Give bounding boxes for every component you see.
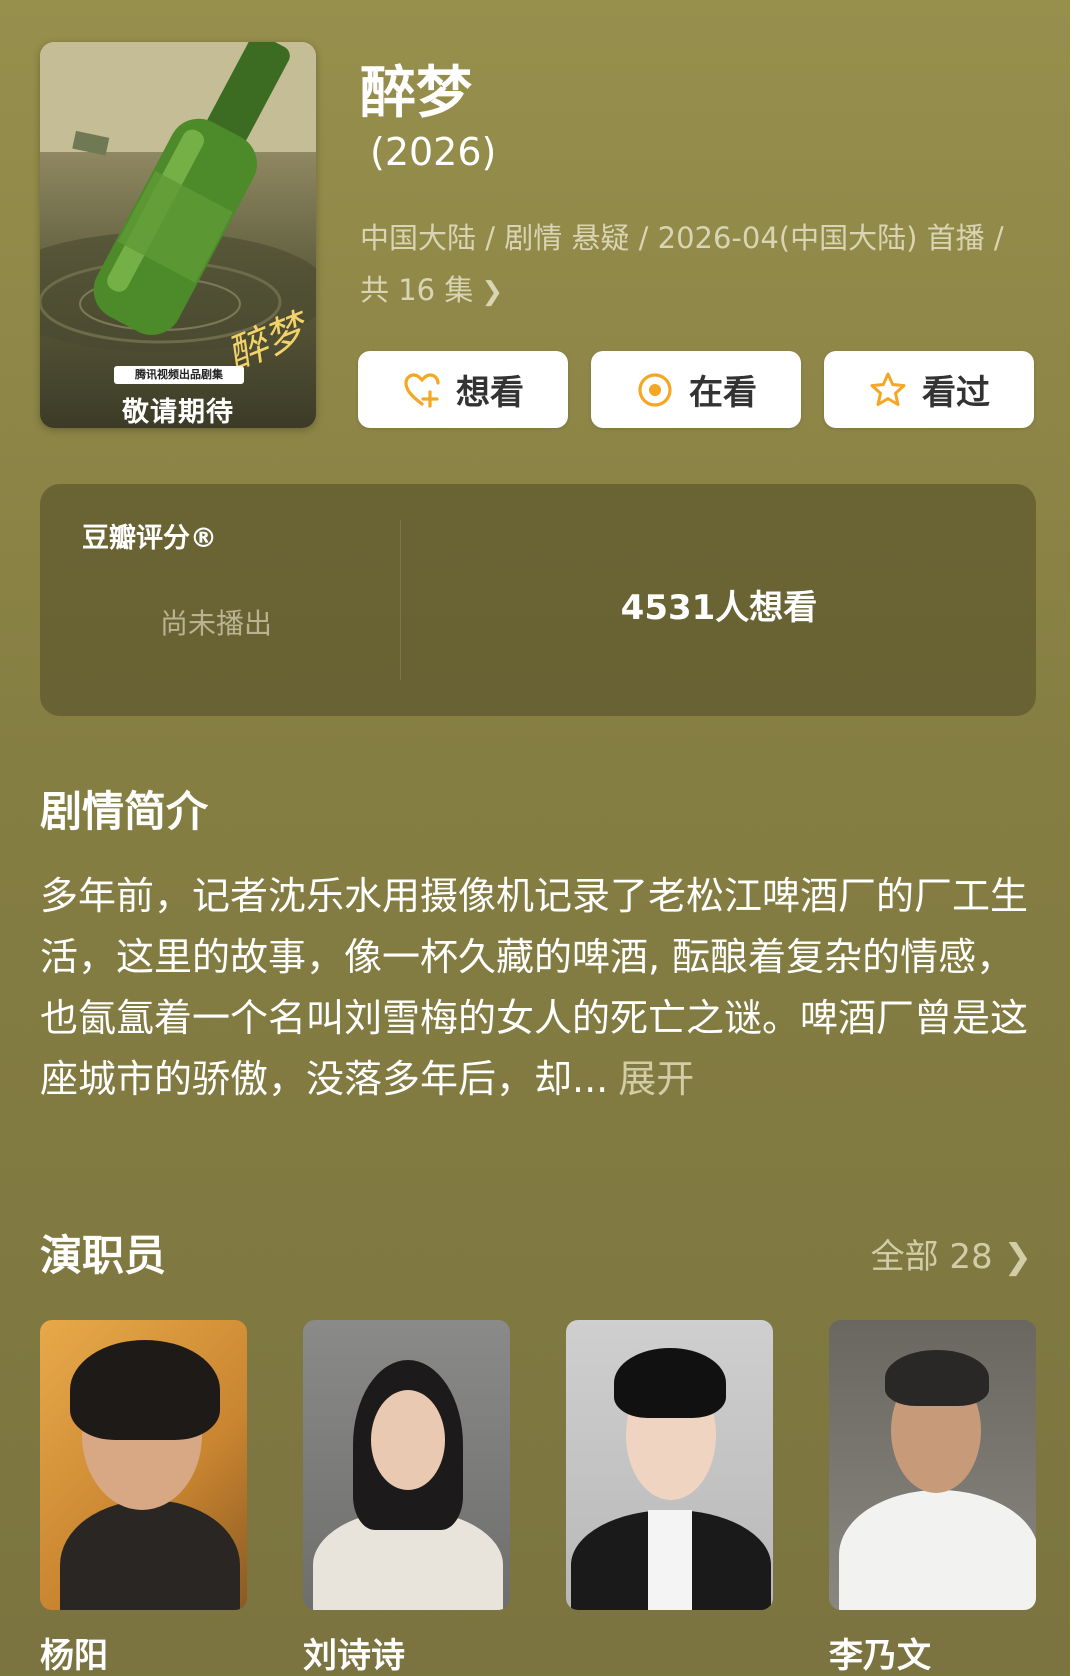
rating-divider: [400, 520, 401, 680]
right-edge-strip: [1070, 0, 1080, 1676]
chevron-right-icon: ❯: [1003, 1237, 1033, 1277]
synopsis-text[interactable]: 多年前，记者沈乐水用摄像机记录了老松江啤酒厂的厂工生活，这里的故事，像一杯久藏的…: [40, 866, 1040, 1110]
cast-count-label: 全部 28: [870, 1237, 993, 1277]
watching-button[interactable]: 在看: [591, 351, 801, 428]
cast-card[interactable]: [566, 1320, 773, 1628]
cast-name: 刘诗诗: [303, 1636, 405, 1676]
douban-rating-label: 豆瓣评分®: [82, 523, 217, 554]
cast-photo: [303, 1320, 510, 1610]
watched-button[interactable]: 看过: [824, 351, 1034, 428]
poster-tagline: 敬请期待: [122, 397, 234, 428]
cast-card[interactable]: 李乃文: [829, 1320, 1036, 1676]
rating-card: 豆瓣评分® 尚未播出 4531人想看: [40, 484, 1036, 716]
meta-line-1: 中国大陆 / 剧情 悬疑 / 2026-04(中国大陆) 首播 /: [360, 221, 1004, 255]
poster-badge: 腾讯视频出品剧集: [114, 366, 244, 384]
show-title: 醉梦: [360, 61, 472, 126]
watching-label: 在看: [689, 373, 757, 413]
want-to-watch-button[interactable]: 想看: [358, 351, 568, 428]
cast-photo: [566, 1320, 773, 1610]
cast-photo: [829, 1320, 1036, 1610]
cast-name: 李乃文: [829, 1636, 931, 1676]
want-to-watch-label: 想看: [456, 373, 524, 413]
heart-plus-icon: [404, 372, 440, 408]
synopsis-title: 剧情简介: [40, 787, 209, 836]
shirt: [648, 1510, 692, 1610]
meta-line-2: 共 16 集 ❯: [360, 264, 1040, 318]
cast-section-title: 演职员: [40, 1231, 167, 1280]
chevron-right-icon: ❯: [481, 277, 504, 307]
show-year: (2026): [370, 130, 497, 174]
poster-image[interactable]: 醉梦 腾讯视频出品剧集 敬请期待: [40, 42, 316, 428]
cast-photo: [40, 1320, 247, 1610]
want-count: 4531人想看: [620, 588, 818, 628]
synopsis-body: 多年前，记者沈乐水用摄像机记录了老松江啤酒厂的厂工生活，这里的故事，像一杯久藏的…: [40, 874, 1029, 1101]
show-meta[interactable]: 中国大陆 / 剧情 悬疑 / 2026-04(中国大陆) 首播 / 共 16 集…: [360, 212, 1040, 318]
expand-link[interactable]: 展开: [618, 1057, 694, 1101]
rating-status: 尚未播出: [160, 607, 273, 640]
episode-count: 共 16 集: [360, 273, 474, 307]
star-icon: [870, 372, 906, 406]
cast-card[interactable]: 杨阳: [40, 1320, 247, 1676]
cast-view-all-link[interactable]: 全部 28 ❯: [871, 1229, 1032, 1278]
circle-dot-icon: [638, 372, 672, 407]
cast-name: 杨阳: [40, 1636, 108, 1676]
cast-card[interactable]: 刘诗诗: [303, 1320, 510, 1676]
watched-label: 看过: [922, 373, 990, 413]
